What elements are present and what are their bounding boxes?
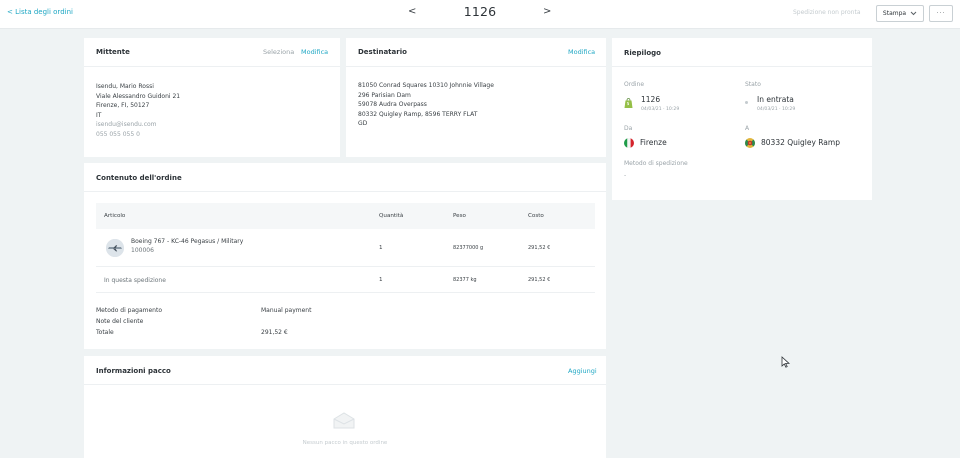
recipient-line-2: 296 Parisian Dam (358, 91, 411, 99)
shipping-method-label: Metodo di spedizione (624, 160, 688, 167)
customer-notes-label: Note del cliente (96, 318, 144, 325)
recipient-title: Destinatario (358, 48, 407, 56)
from-label: Da (624, 125, 633, 132)
product-weight: 82377000 g (453, 245, 484, 251)
summary-title: Riepilogo (624, 49, 661, 57)
total-label: Totale (96, 329, 114, 336)
recipient-address: 81050 Conrad Squares 10310 Johnnie Villa… (358, 81, 494, 129)
sender-email: isendu@isendu.com (96, 121, 157, 129)
shipment-label: In questa spedizione (104, 277, 166, 284)
order-value: 1126 (641, 95, 661, 104)
back-link[interactable]: < Lista degli ordini (7, 8, 73, 16)
from-value: Firenze (640, 138, 667, 147)
col-weight: Peso (453, 213, 466, 219)
no-package-message: Nessun pacco in questo ordine (302, 440, 388, 446)
order-label: Ordine (624, 81, 645, 88)
shipping-method-value: - (624, 172, 627, 179)
next-order-button[interactable]: > (543, 6, 551, 17)
sender-city: Firenze, FI, 50127 (96, 102, 150, 110)
recipient-card: Destinatario Modifica 81050 Conrad Squar… (346, 38, 606, 157)
airplane-icon (106, 239, 124, 257)
shopify-icon (624, 98, 633, 108)
sender-card: Mittente Seleziona Modifica Isendu, Mari… (84, 38, 340, 157)
sender-country: IT (96, 111, 102, 119)
recipient-line-3: 59078 Audra Overpass (358, 101, 427, 109)
package-info-card: Informazioni pacco Aggiungi Nessun pacco… (84, 356, 606, 458)
to-value: 80332 Quigley Ramp (761, 138, 840, 147)
status-dot-icon (745, 101, 748, 104)
col-qty: Quantità (379, 213, 404, 219)
sender-card-header: Mittente Seleziona Modifica (84, 38, 340, 67)
order-contents-header: Contenuto dell'ordine (84, 163, 606, 192)
package-info-title: Informazioni pacco (96, 367, 171, 375)
add-package-link[interactable]: Aggiungi (568, 367, 597, 375)
sender-street: Viale Alessandro Guidoni 21 (96, 92, 181, 100)
product-thumbnail (106, 239, 124, 257)
recipient-line-5: GD (358, 120, 368, 128)
summary-card: Riepilogo Ordine Stato 1126 04/03/21 · 1… (612, 38, 872, 200)
table-header: Articolo Quantità Peso Costo (96, 203, 595, 229)
status-value: In entrata (757, 95, 794, 104)
print-label: Stampa (882, 10, 907, 17)
order-contents-title: Contenuto dell'ordine (96, 174, 182, 182)
product-qty: 1 (379, 245, 383, 251)
payment-method-label: Metodo di pagamento (96, 307, 162, 314)
product-cost: 291,52 € (528, 245, 551, 251)
col-cost: Costo (528, 213, 544, 219)
payment-method-value: Manual payment (261, 307, 312, 314)
sender-address: Isendu, Mario Rossi Viale Alessandro Gui… (96, 82, 180, 140)
col-article: Articolo (104, 213, 126, 219)
chevron-left-icon: < (7, 8, 16, 16)
shipping-status-button[interactable]: Spedizione non pronta (793, 9, 861, 16)
total-value: 291,52 € (261, 329, 288, 336)
table-row: Boeing 767 - KC-46 Pegasus / Military 10… (96, 229, 595, 267)
status-date: 04/03/21 · 10:29 (757, 107, 796, 112)
sender-edit-link[interactable]: Modifica (301, 48, 328, 56)
back-link-label: Lista degli ordini (15, 8, 73, 16)
empty-package-icon (333, 412, 355, 429)
shipment-weight: 82377 kg (453, 277, 477, 283)
recipient-line-1: 81050 Conrad Squares 10310 Johnnie Villa… (358, 82, 494, 89)
top-bar: < Lista degli ordini < 1126 > Spedizione… (0, 0, 960, 29)
sender-phone: 055 055 055 0 (96, 130, 140, 138)
product-name: Boeing 767 - KC-46 Pegasus / Military (131, 238, 244, 245)
chevron-down-icon (910, 11, 917, 16)
order-items-table: Articolo Quantità Peso Costo Boeing 767 … (96, 203, 595, 293)
shipment-qty: 1 (379, 277, 383, 283)
italy-flag-icon (624, 138, 634, 148)
order-contents-card: Contenuto dell'ordine Articolo Quantità … (84, 163, 606, 349)
shipment-row: In questa spedizione 1 82377 kg 291,52 € (96, 267, 595, 293)
recipient-line-4: 80332 Quigley Ramp, 8596 TERRY FLAT (358, 110, 478, 118)
summary-header: Riepilogo (612, 38, 872, 67)
more-options-button[interactable]: ··· (929, 5, 953, 22)
shipment-cost: 291,52 € (528, 277, 551, 283)
recipient-card-header: Destinatario Modifica (346, 38, 606, 67)
order-number: 1126 (463, 4, 497, 19)
sender-name: Isendu, Mario Rossi (96, 83, 154, 90)
print-dropdown-button[interactable]: Stampa (876, 5, 924, 22)
sender-title: Mittente (96, 48, 130, 56)
order-date: 04/03/21 · 10:29 (641, 107, 680, 112)
to-label: A (745, 125, 750, 132)
grenada-flag-icon (745, 138, 755, 148)
product-sku: 100006 (131, 247, 154, 254)
mouse-cursor-icon (781, 356, 791, 368)
sender-select-link[interactable]: Seleziona (263, 48, 294, 56)
recipient-edit-link[interactable]: Modifica (568, 48, 595, 56)
package-info-header: Informazioni pacco Aggiungi (84, 356, 606, 385)
status-label: Stato (745, 81, 761, 88)
